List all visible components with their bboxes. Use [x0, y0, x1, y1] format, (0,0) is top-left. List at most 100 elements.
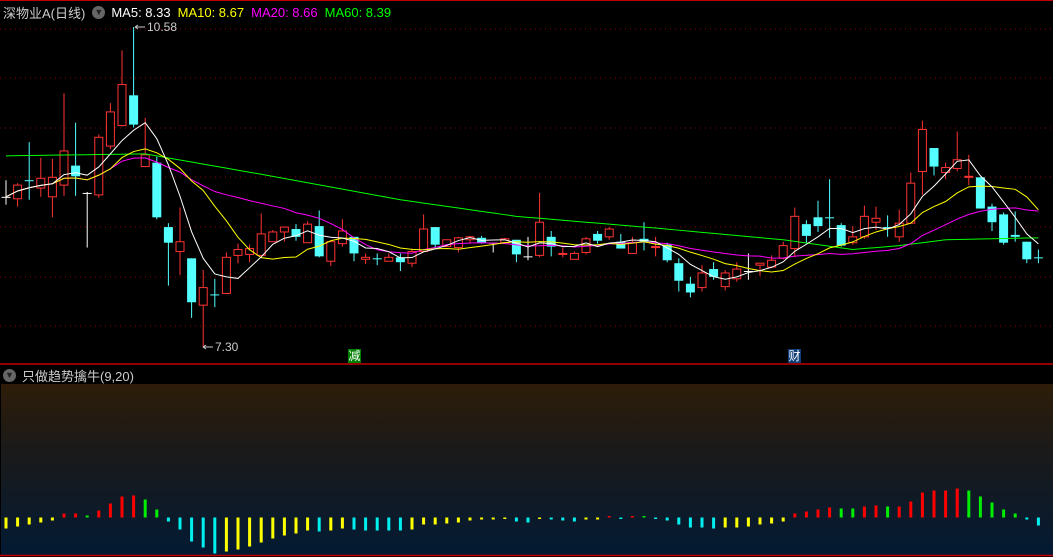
candle-body-down — [1010, 234, 1020, 237]
candle-body-up — [36, 177, 46, 189]
event-marker-finance[interactable]: 财 — [788, 349, 801, 363]
indicator-bar — [909, 501, 913, 518]
candle-body-down — [523, 256, 533, 258]
indicator-bar — [1013, 513, 1017, 518]
indicator-bar — [967, 490, 971, 518]
indicator-bar — [828, 507, 832, 518]
indicator-bar — [433, 517, 437, 525]
candle-body-up — [627, 242, 637, 254]
chevron-down-icon[interactable]: ▼ — [3, 369, 16, 382]
candle-body-up — [906, 182, 916, 224]
indicator-panel-background — [1, 384, 1053, 555]
indicator-bar — [816, 509, 820, 518]
indicator-bar — [514, 517, 518, 522]
indicator-bar — [132, 495, 136, 518]
indicator-bar — [746, 517, 750, 527]
candle-body-down — [593, 233, 603, 241]
indicator-bar — [120, 496, 124, 518]
indicator-bar — [990, 502, 994, 518]
indicator-bar — [27, 517, 31, 525]
indicator-bar — [352, 517, 356, 530]
indicator-bar — [862, 506, 866, 518]
indicator-title: 只做趋势擒牛(9,20) — [22, 369, 134, 384]
indicator-bar — [712, 517, 716, 529]
candle-body-down — [152, 162, 162, 218]
high-price-label: 10.58 — [147, 20, 178, 34]
candle-body-down — [975, 177, 985, 209]
candle-body-up — [361, 256, 371, 260]
low-price-label: 7.30 — [215, 340, 239, 354]
indicator-bar — [654, 517, 658, 519]
chevron-down-icon[interactable]: ▼ — [92, 6, 106, 19]
candle-body-up — [651, 246, 661, 249]
candle-body-down — [24, 180, 34, 182]
candle-body-up — [859, 215, 869, 238]
candle-body-down — [929, 148, 939, 167]
indicator-bar — [398, 517, 402, 531]
candle-body-up — [558, 252, 568, 255]
candle-body-down — [129, 95, 139, 125]
indicator-bar — [456, 517, 460, 523]
indicator-bar — [630, 516, 634, 518]
indicator-bar — [422, 517, 426, 525]
indicator-bar — [491, 517, 495, 520]
indicator-bar — [665, 517, 669, 521]
indicator-bar — [50, 517, 54, 521]
candle-body-down — [163, 227, 173, 243]
candle-body-up — [604, 228, 614, 238]
indicator-bar — [770, 517, 774, 524]
indicator-bar — [932, 490, 936, 518]
indicator-bar — [793, 513, 797, 518]
indicator-header: ▼ 只做趋势擒牛(9,20) — [3, 366, 134, 385]
indicator-bar — [39, 517, 43, 523]
candle-body-up — [419, 228, 429, 252]
candle-body-up — [94, 136, 104, 196]
indicator-bar — [480, 517, 484, 520]
candle-body-up — [303, 223, 313, 244]
indicator-bar — [584, 517, 588, 520]
indicator-bar — [1036, 517, 1040, 526]
candle-body-down — [187, 258, 197, 303]
candle-body-up — [697, 272, 707, 289]
candle-body-up — [941, 167, 951, 173]
candle-body-down — [1022, 241, 1032, 260]
candle-body-down — [685, 283, 695, 293]
indicator-bar — [340, 517, 344, 529]
candle-body-down — [674, 263, 684, 281]
candle-body-down — [1033, 257, 1043, 259]
indicator-bar — [735, 517, 739, 528]
event-marker-reduce[interactable]: 减 — [348, 349, 361, 363]
indicator-bar — [85, 515, 89, 518]
candle-body-up — [871, 217, 881, 223]
candle-body-down — [372, 258, 382, 260]
indicator-bar — [1025, 517, 1029, 520]
indicator-bar — [596, 517, 600, 520]
ma20-value: MA20: 8.66 — [251, 5, 318, 20]
indicator-bar — [723, 517, 727, 528]
candle-body-up — [453, 237, 463, 249]
indicator-bar — [619, 517, 623, 519]
indicator-bar — [294, 517, 298, 534]
ma10-value: MA10: 8.67 — [177, 5, 245, 20]
candle-body-up — [790, 215, 800, 250]
candle-body-down — [825, 217, 835, 219]
indicator-bar — [920, 492, 924, 518]
indicator-bar — [364, 517, 368, 531]
indicator-bar — [329, 517, 333, 531]
indicator-bar — [410, 517, 414, 530]
indicator-bar — [97, 510, 101, 518]
indicator-bar — [74, 513, 78, 518]
indicator-bar — [526, 517, 530, 523]
candle-body-up — [221, 256, 231, 294]
indicator-bar — [561, 517, 565, 521]
candle-body-down — [709, 269, 719, 277]
indicator-bar — [259, 517, 263, 543]
indicator-bar — [201, 517, 205, 548]
indicator-bar — [375, 517, 379, 531]
indicator-bar — [16, 517, 20, 527]
indicator-bar — [213, 517, 217, 554]
stock-chart[interactable] — [0, 0, 1053, 557]
candle-body-down — [801, 224, 811, 236]
indicator-bar — [248, 517, 252, 547]
ma60-value: MA60: 8.39 — [324, 5, 392, 20]
